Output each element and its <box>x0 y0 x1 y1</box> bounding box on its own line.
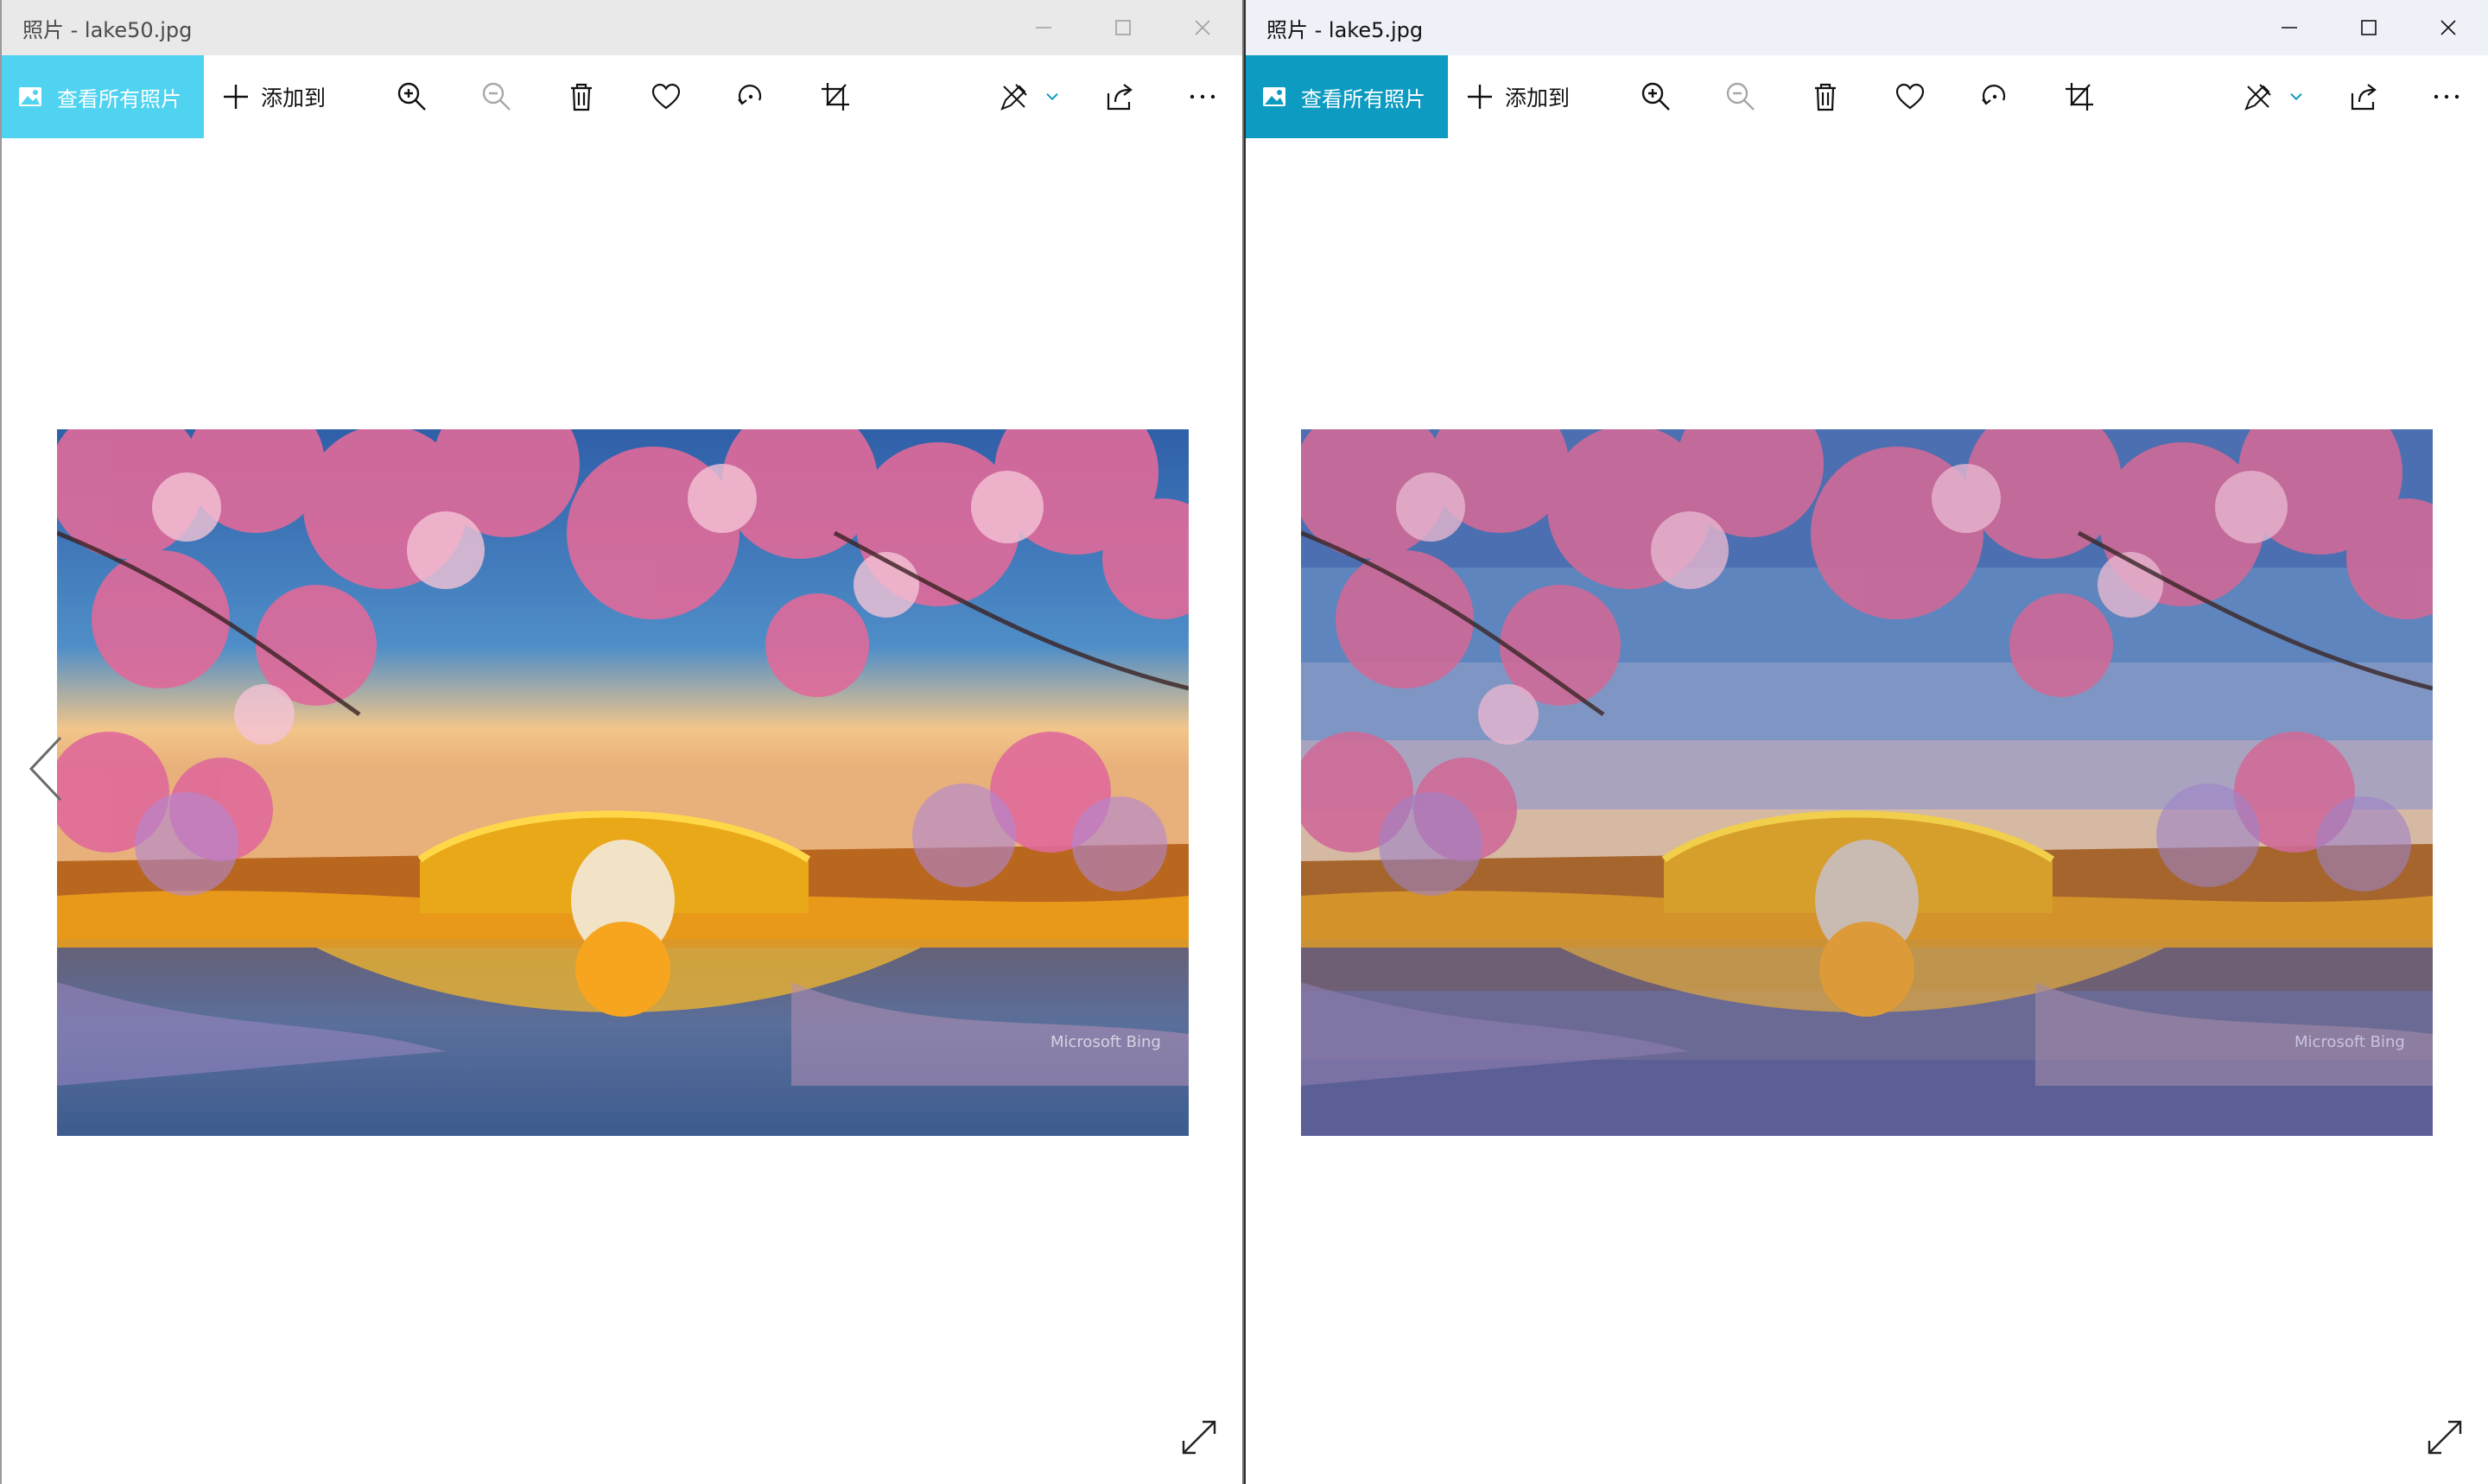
crop-icon <box>2066 83 2093 111</box>
title-bar[interactable]: 照片 - lake50.jpg <box>2 0 1242 55</box>
zoom-out-button[interactable] <box>1723 55 1758 138</box>
edit-draw-button[interactable] <box>997 55 1031 138</box>
share-button[interactable] <box>1103 55 1138 138</box>
crop-icon <box>822 83 849 111</box>
watermark-text: Microsoft Bing <box>1050 1033 1161 1051</box>
delete-button[interactable] <box>564 55 599 138</box>
maximize-icon <box>2361 20 2377 35</box>
favorite-button[interactable] <box>649 55 683 138</box>
maximize-button[interactable] <box>1083 0 1163 55</box>
delete-button[interactable] <box>1808 55 1843 138</box>
share-icon <box>2351 84 2377 111</box>
chevron-left-icon <box>29 736 62 802</box>
zoom-in-button[interactable] <box>395 55 429 138</box>
expand-icon <box>2428 1420 2462 1455</box>
favorite-button[interactable] <box>1893 55 1927 138</box>
trash-icon <box>1815 83 1836 111</box>
zoom-out-icon <box>482 82 511 111</box>
edit-draw-icon <box>1000 84 1027 111</box>
view-all-label: 查看所有照片 <box>1301 86 1425 111</box>
edit-dropdown-button[interactable] <box>2284 55 2308 138</box>
title-bar[interactable]: 照片 - lake5.jpg <box>1246 0 2488 55</box>
close-button[interactable] <box>2409 0 2488 55</box>
caption-buttons <box>2250 0 2488 55</box>
crop-button[interactable] <box>818 55 853 138</box>
zoom-in-icon <box>1641 82 1670 111</box>
window-title: 照片 - lake5.jpg <box>1266 17 1424 42</box>
add-to-button[interactable]: 添加到 <box>221 55 326 138</box>
minimize-icon <box>1036 27 1051 29</box>
share-button[interactable] <box>2347 55 2382 138</box>
fullscreen-button[interactable] <box>2426 1418 2464 1456</box>
trash-icon <box>571 83 592 111</box>
plus-icon <box>1468 85 1492 109</box>
zoom-out-button[interactable] <box>479 55 514 138</box>
picture-icon <box>19 87 41 106</box>
heart-icon <box>651 83 681 110</box>
zoom-out-icon <box>1726 82 1755 111</box>
maximize-icon <box>1115 20 1131 35</box>
share-icon <box>1107 84 1133 111</box>
heart-icon <box>1895 83 1925 110</box>
edit-draw-button[interactable] <box>2241 55 2275 138</box>
more-button[interactable] <box>1185 55 1220 138</box>
view-all-photos-button[interactable]: 查看所有照片 <box>2 55 204 138</box>
zoom-in-button[interactable] <box>1639 55 1673 138</box>
more-icon <box>2434 94 2459 99</box>
view-all-label: 查看所有照片 <box>57 86 181 111</box>
rotate-button[interactable] <box>733 55 768 138</box>
chevron-down-icon <box>2290 92 2302 101</box>
minimize-button[interactable] <box>2250 0 2329 55</box>
view-all-photos-button[interactable]: 查看所有照片 <box>1246 55 1448 138</box>
minimize-icon <box>2282 27 2297 29</box>
minimize-button[interactable] <box>1004 0 1083 55</box>
window-title: 照片 - lake50.jpg <box>22 17 193 42</box>
watermark-text: Microsoft Bing <box>2294 1033 2405 1051</box>
picture-icon <box>1263 87 1285 106</box>
maximize-button[interactable] <box>2329 0 2409 55</box>
expand-icon <box>1182 1420 1216 1455</box>
zoom-in-icon <box>397 82 426 111</box>
add-to-label: 添加到 <box>1505 86 1571 111</box>
add-to-button[interactable]: 添加到 <box>1465 55 1570 138</box>
edit-draw-icon <box>2244 84 2271 111</box>
photo-viewer-image[interactable]: Microsoft Bing <box>1301 429 2433 1136</box>
plus-icon <box>224 85 248 109</box>
toolbar: 查看所有照片 添加到 <box>1246 55 2488 138</box>
fullscreen-button[interactable] <box>1180 1418 1218 1456</box>
close-icon <box>2440 20 2456 35</box>
caption-buttons <box>1004 0 1242 55</box>
photos-window-right: 照片 - lake5.jpg 查看所有照片 添加到 Microsoft Bing <box>1244 0 2488 1484</box>
crop-button[interactable] <box>2062 55 2097 138</box>
lake-cherry-blossom-photo-posterized: Microsoft Bing <box>1301 429 2433 1136</box>
add-to-label: 添加到 <box>261 86 327 111</box>
previous-photo-button[interactable] <box>26 734 67 803</box>
rotate-icon <box>738 85 762 105</box>
lake-cherry-blossom-photo: Microsoft Bing <box>57 429 1189 1136</box>
toolbar: 查看所有照片 添加到 <box>2 55 1242 138</box>
photos-window-left: 照片 - lake50.jpg 查看所有照片 添加到 Microsoft Bin… <box>0 0 1244 1484</box>
close-icon <box>1195 20 1210 35</box>
more-button[interactable] <box>2429 55 2464 138</box>
more-icon <box>1190 94 1215 99</box>
edit-dropdown-button[interactable] <box>1040 55 1064 138</box>
close-button[interactable] <box>1163 0 1242 55</box>
photo-viewer-image[interactable]: Microsoft Bing <box>57 429 1189 1136</box>
rotate-icon <box>1982 85 2006 105</box>
rotate-button[interactable] <box>1977 55 2012 138</box>
chevron-down-icon <box>1046 92 1058 101</box>
